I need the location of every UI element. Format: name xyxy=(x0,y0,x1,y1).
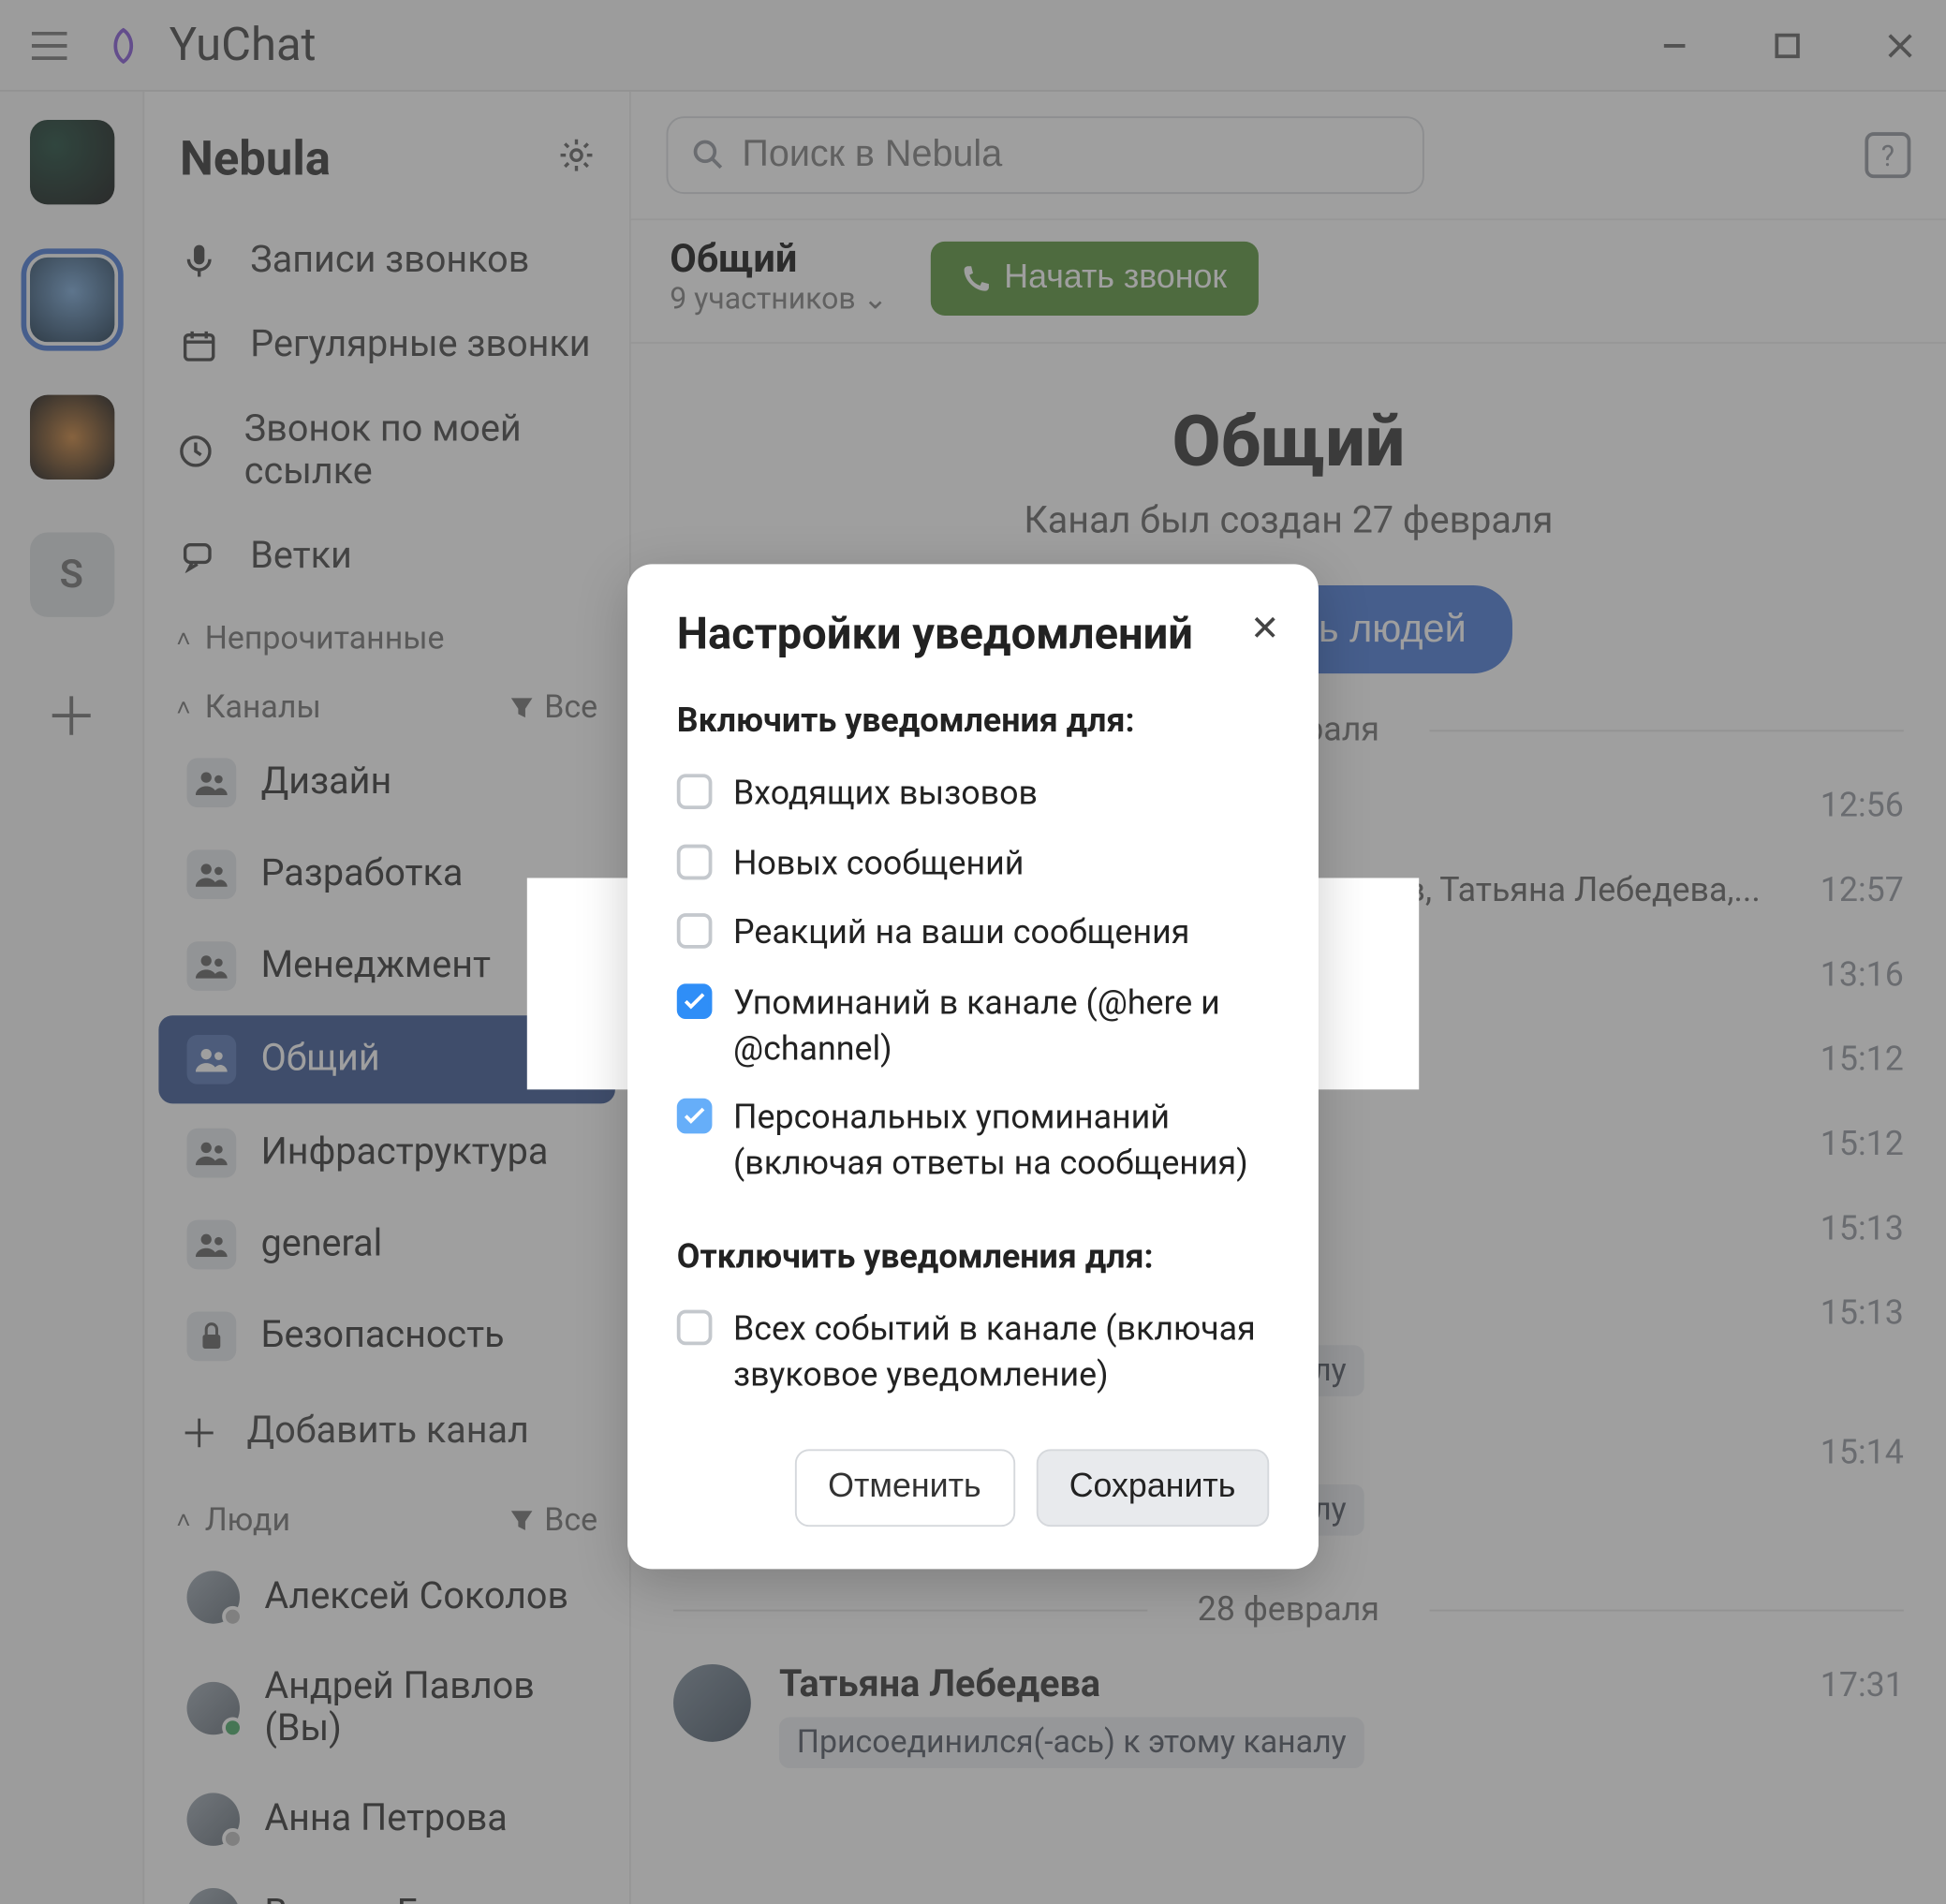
modal-overlay: Настройки уведомлений ✕ Включить уведомл… xyxy=(0,0,1946,1904)
option-new-messages[interactable]: Новых сообщений xyxy=(677,828,1269,898)
option-reactions[interactable]: Реакций на ваши сообщения xyxy=(677,898,1269,968)
option-label: Персональных упоминаний (включая ответы … xyxy=(733,1095,1269,1186)
option-label: Входящих вызовов xyxy=(733,771,1038,816)
notifications-modal: Настройки уведомлений ✕ Включить уведомл… xyxy=(627,564,1319,1569)
option-personal-mentions[interactable]: Персональных упоминаний (включая ответы … xyxy=(677,1083,1269,1198)
checkbox[interactable] xyxy=(677,1311,713,1347)
option-label: Реакций на ваши сообщения xyxy=(733,910,1189,955)
option-incoming-calls[interactable]: Входящих вызовов xyxy=(677,758,1269,828)
modal-title: Настройки уведомлений xyxy=(677,610,1269,661)
checkbox[interactable] xyxy=(677,844,713,879)
checkbox[interactable] xyxy=(677,774,713,809)
checkbox-checked[interactable] xyxy=(677,1099,713,1134)
checkbox-checked[interactable] xyxy=(677,983,713,1019)
option-mute-all[interactable]: Всех событий в канале (включая звуковое … xyxy=(677,1295,1269,1410)
cancel-button[interactable]: Отменить xyxy=(794,1449,1014,1527)
modal-section-disable: Отключить уведомления для: xyxy=(677,1236,1269,1277)
option-label: Упоминаний в канале (@here и @channel) xyxy=(733,980,1269,1070)
option-channel-mentions[interactable]: Упоминаний в канале (@here и @channel) xyxy=(677,967,1269,1083)
modal-section-enable: Включить уведомления для: xyxy=(677,700,1269,740)
option-label: Всех событий в канале (включая звуковое … xyxy=(733,1307,1269,1398)
checkbox[interactable] xyxy=(677,914,713,950)
save-button[interactable]: Сохранить xyxy=(1036,1449,1269,1527)
close-icon[interactable]: ✕ xyxy=(1250,607,1280,649)
option-label: Новых сообщений xyxy=(733,840,1024,885)
